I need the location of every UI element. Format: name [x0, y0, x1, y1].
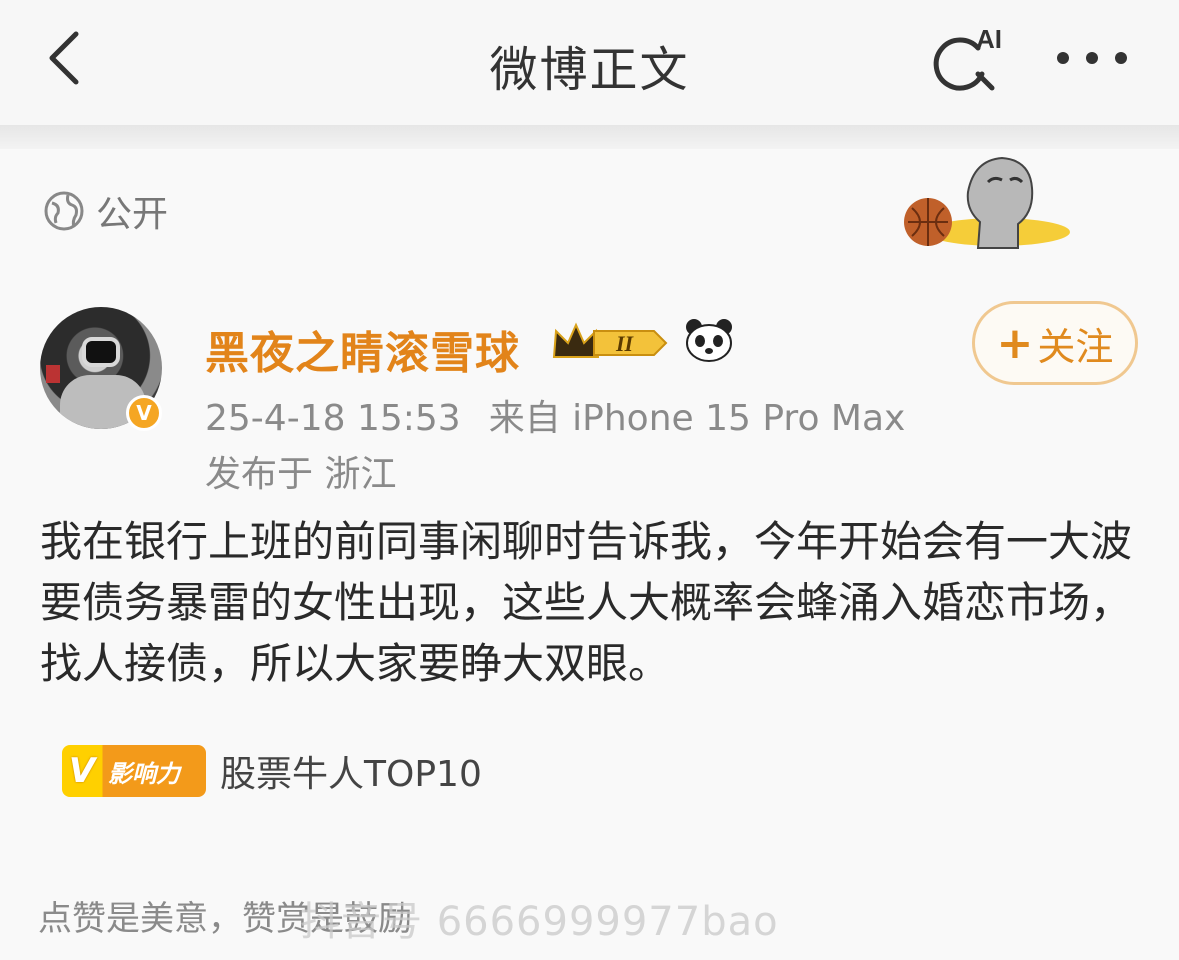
verified-badge: V — [126, 395, 162, 431]
post-location: 发布于 浙江 — [205, 454, 397, 495]
ai-label: AI — [976, 24, 1002, 54]
influence-badge-text: 影响力 — [108, 759, 180, 788]
post-detail: 公开 V 黑夜之睛滚雪球 II 25-4-18 15:53 来自 iPhone 1… — [0, 149, 1179, 960]
watermark: 抖音号 6666999977bao — [300, 899, 779, 945]
card-decoration-icon — [904, 156, 1070, 249]
post-meta: 25-4-18 15:53 来自 iPhone 15 Pro Max — [205, 389, 905, 441]
more-icon[interactable] — [1055, 50, 1130, 66]
level-badge-text: II — [615, 331, 635, 356]
post-body: 我在银行上班的前同事闲聊时告诉我，今年开始会有一大波要债务暴雷的女性出现，这些人… — [40, 517, 1133, 688]
follow-button[interactable]: + 关注 — [972, 301, 1138, 385]
influence-v-icon: V — [68, 751, 96, 791]
visibility-label: 公开 — [96, 194, 169, 235]
post-timestamp: 25-4-18 15:53 — [205, 398, 461, 439]
visibility-indicator: 公开 — [42, 185, 168, 237]
ai-search-icon[interactable]: AI — [930, 22, 1010, 94]
panda-icon — [686, 319, 732, 362]
header-divider — [0, 125, 1179, 149]
follow-plus-icon: + — [996, 317, 1034, 369]
influence-label: 股票牛人TOP10 — [220, 754, 482, 795]
top-bar: 微博正文 AI — [0, 0, 1179, 125]
author-name[interactable]: 黑夜之睛滚雪球 — [205, 317, 520, 381]
influence-tag[interactable]: V 影响力 股票牛人TOP10 — [62, 745, 482, 797]
follow-label: 关注 — [1037, 324, 1114, 369]
influence-badge: V 影响力 — [62, 745, 206, 797]
post-source: 来自 iPhone 15 Pro Max — [488, 398, 906, 439]
globe-icon — [44, 191, 84, 231]
crown-badge-icon: II — [552, 322, 668, 358]
